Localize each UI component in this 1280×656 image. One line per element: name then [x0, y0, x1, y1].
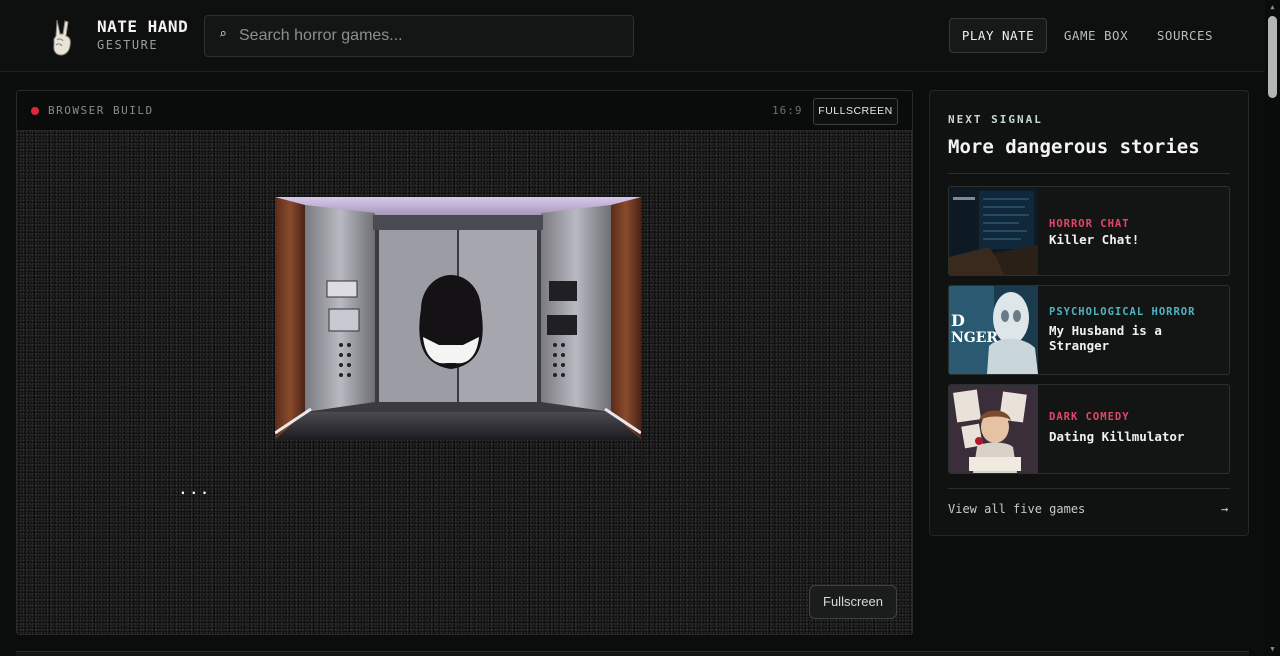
game-canvas[interactable]: ... Fullscreen	[17, 131, 912, 634]
game-genre: HORROR CHAT	[1049, 218, 1130, 230]
live-indicator-icon	[31, 107, 39, 115]
search-input[interactable]	[239, 16, 619, 56]
search-box[interactable]: ⌕	[204, 15, 634, 57]
next-section-edge	[16, 651, 1249, 656]
game-thumbnail	[949, 187, 1038, 275]
search-icon: ⌕	[219, 27, 227, 42]
game-genre: DARK COMEDY	[1049, 411, 1130, 423]
loading-dots: ...	[179, 483, 212, 498]
panel-title: More dangerous stories	[948, 136, 1200, 158]
game-player: BROWSER BUILD 16:9 FULLSCREEN ... Fullsc…	[16, 90, 913, 635]
scrollbar-thumb[interactable]	[1268, 16, 1277, 98]
build-label: BROWSER BUILD	[48, 104, 154, 117]
view-all-games-link[interactable]: View all five games	[948, 502, 1085, 516]
svg-text:D: D	[951, 311, 965, 330]
top-navigation-bar: NATE HAND GESTURE ⌕ PLAY NATE GAME BOX S…	[0, 0, 1265, 72]
game-genre: PSYCHOLOGICAL HORROR	[1049, 306, 1196, 318]
game-card-my-husband[interactable]: D NGER PSYCHOLOGICAL HORROR My Husband i…	[948, 285, 1230, 375]
scroll-down-icon[interactable]: ▼	[1268, 645, 1277, 653]
elevator-scene-image	[275, 197, 641, 440]
panel-kicker: NEXT SIGNAL	[948, 113, 1043, 126]
divider	[948, 173, 1230, 174]
fullscreen-button-bottom[interactable]: Fullscreen	[809, 585, 897, 619]
nav-sources[interactable]: SOURCES	[1145, 18, 1225, 53]
fullscreen-button-top[interactable]: FULLSCREEN	[813, 98, 898, 125]
brand-subtitle: GESTURE	[97, 38, 159, 52]
game-card-killer-chat[interactable]: HORROR CHAT Killer Chat!	[948, 186, 1230, 276]
player-toolbar: BROWSER BUILD 16:9 FULLSCREEN	[17, 91, 912, 131]
game-thumbnail	[949, 385, 1038, 473]
scroll-up-icon[interactable]: ▲	[1268, 3, 1277, 11]
game-title: Dating Killmulator	[1049, 429, 1185, 444]
game-title: My Husband is a Stranger	[1049, 323, 1162, 353]
aspect-ratio-label: 16:9	[772, 104, 803, 117]
nav-play-nate[interactable]: PLAY NATE	[949, 18, 1047, 53]
divider	[948, 488, 1230, 489]
game-card-dating-killmulator[interactable]: DARK COMEDY Dating Killmulator	[948, 384, 1230, 474]
brand-title[interactable]: NATE HAND	[97, 17, 188, 36]
arrow-right-icon[interactable]: →	[1221, 502, 1228, 516]
game-thumbnail: D NGER	[949, 286, 1038, 374]
page-scrollbar[interactable]	[1265, 0, 1280, 656]
svg-text:NGER: NGER	[951, 330, 998, 346]
next-signal-panel: NEXT SIGNAL More dangerous stories HORRO…	[929, 90, 1249, 536]
peace-hand-icon[interactable]	[46, 18, 78, 56]
nav-game-box[interactable]: GAME BOX	[1053, 18, 1139, 53]
game-title: Killer Chat!	[1049, 232, 1140, 247]
